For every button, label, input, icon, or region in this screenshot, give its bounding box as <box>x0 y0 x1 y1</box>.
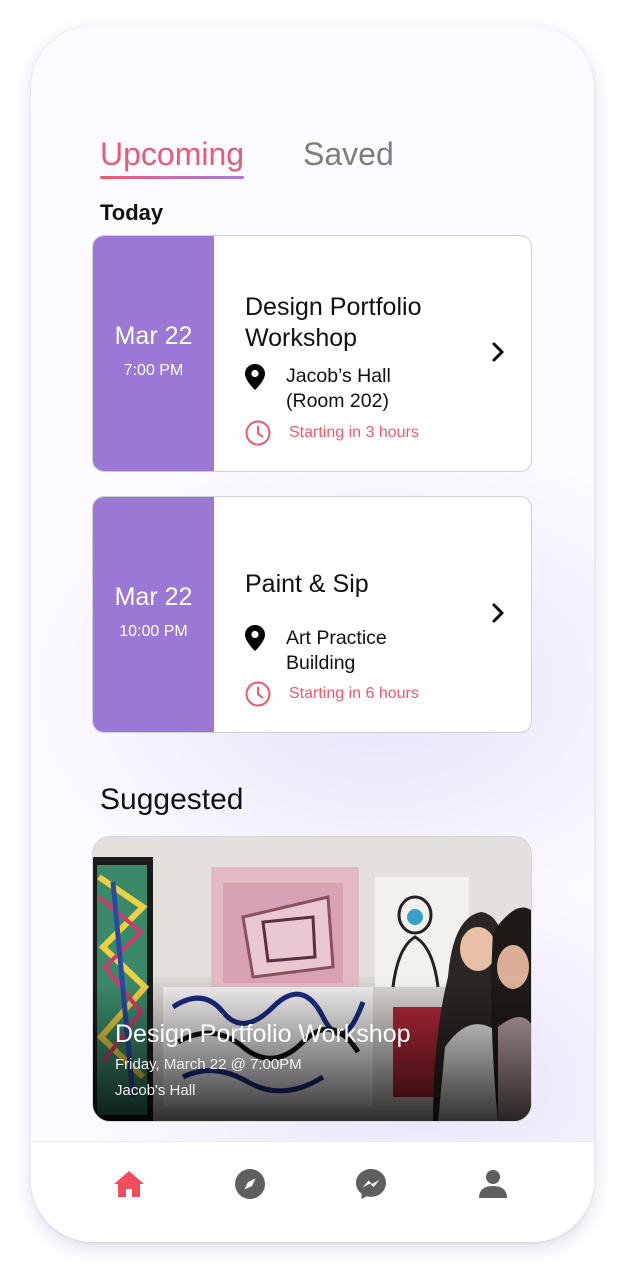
tab-saved[interactable]: Saved <box>303 134 394 174</box>
chevron-right-icon[interactable] <box>490 341 506 363</box>
nav-messages[interactable] <box>353 1166 389 1202</box>
chevron-right-icon[interactable] <box>490 602 506 624</box>
phone-screen: Upcoming Saved Today Mar 22 7:00 PM Desi… <box>31 26 594 1242</box>
nav-profile[interactable] <box>475 1166 511 1202</box>
compass-icon <box>235 1169 265 1199</box>
nav-home[interactable] <box>111 1166 147 1202</box>
home-icon <box>114 1171 144 1197</box>
event-date-block: Mar 22 7:00 PM <box>93 236 214 471</box>
messenger-icon <box>356 1169 386 1199</box>
event-date: Mar 22 <box>114 322 193 350</box>
event-location: Jacob’s Hall (Room 202) <box>286 365 391 412</box>
clock-icon <box>245 420 271 446</box>
active-tab-underline <box>100 176 245 179</box>
suggested-event-card[interactable]: Design Portfolio Workshop Friday, March … <box>92 836 532 1122</box>
event-countdown: Starting in 3 hours <box>289 424 419 441</box>
location-pin-icon <box>245 625 265 651</box>
event-title: Paint & Sip <box>245 570 369 598</box>
event-date-block: Mar 22 10:00 PM <box>93 497 214 732</box>
clock-icon <box>245 681 271 707</box>
event-card[interactable]: Mar 22 10:00 PM Paint & Sip Art Practice… <box>92 496 532 733</box>
event-location: Art Practice Building <box>286 627 387 674</box>
bottom-navigation <box>31 1141 594 1242</box>
event-date: Mar 22 <box>114 583 193 611</box>
tab-upcoming-label: Upcoming <box>100 136 245 172</box>
suggested-event-datetime: Friday, March 22 @ 7:00PM <box>115 1056 302 1073</box>
user-icon <box>479 1170 507 1198</box>
event-details: Paint & Sip Art Practice Building Starti… <box>245 497 531 732</box>
photo-gradient-overlay <box>93 981 531 1121</box>
tab-upcoming[interactable]: Upcoming <box>100 134 245 179</box>
suggested-event-title: Design Portfolio Workshop <box>115 1020 411 1048</box>
event-title: Design Portfolio Workshop <box>245 293 422 352</box>
event-countdown: Starting in 6 hours <box>289 685 419 702</box>
event-card[interactable]: Mar 22 7:00 PM Design Portfolio Workshop… <box>92 235 532 472</box>
tab-saved-label: Saved <box>303 136 394 172</box>
event-time: 7:00 PM <box>123 362 184 379</box>
nav-explore[interactable] <box>232 1166 268 1202</box>
location-pin-icon <box>245 364 265 390</box>
section-heading-suggested: Suggested <box>100 783 244 816</box>
section-heading-today: Today <box>100 200 164 225</box>
suggested-event-location: Jacob's Hall <box>115 1082 196 1099</box>
event-time: 10:00 PM <box>119 623 188 640</box>
event-details: Design Portfolio Workshop Jacob’s Hall (… <box>245 236 531 471</box>
